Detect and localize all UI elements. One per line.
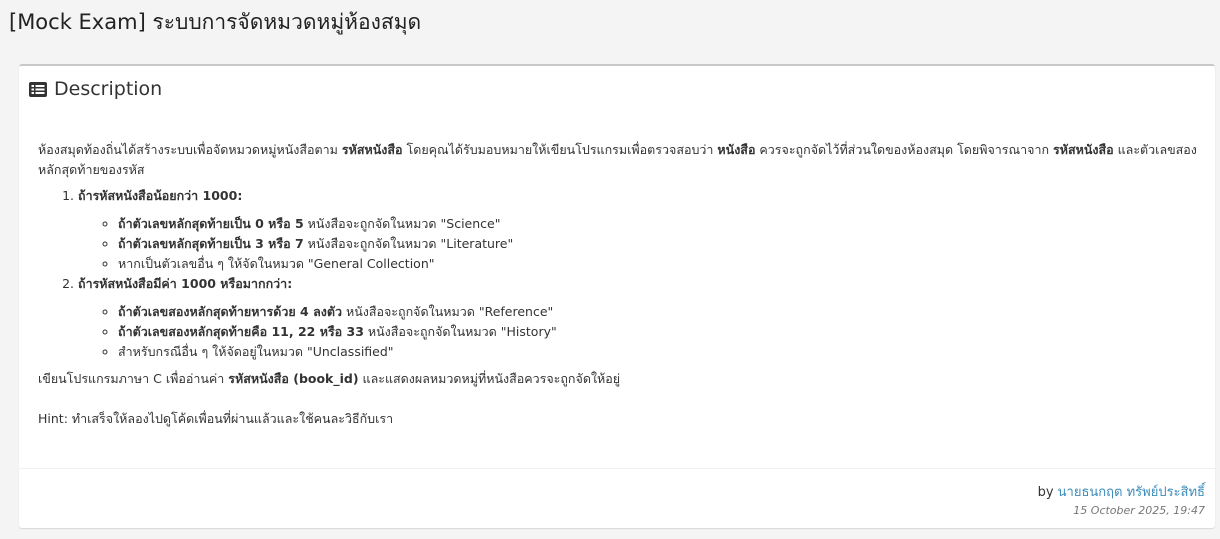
box-title: Description <box>54 78 163 100</box>
task-paragraph: เขียนโปรแกรมภาษา C เพื่ออ่านค่า รหัสหนัง… <box>38 371 621 386</box>
description-body: ห้องสมุดท้องถิ่นได้สร้างระบบเพื่อจัดหมวด… <box>38 140 1200 429</box>
condition-item: ถ้าตัวเลขหลักสุดท้ายเป็น 3 หรือ 7 หนังสื… <box>118 234 1200 254</box>
intro-paragraph: ห้องสมุดท้องถิ่นได้สร้างระบบเพื่อจัดหมวด… <box>38 142 1197 177</box>
condition-item: ถ้าตัวเลขสองหลักสุดท้ายหารด้วย 4 ลงตัว ห… <box>118 302 1200 322</box>
author-link[interactable]: นายธนกฤต ทรัพย์ประสิทธิ์ <box>1058 485 1205 500</box>
condition-item: หากเป็นตัวเลขอื่น ๆ ให้จัดในหมวด "Genera… <box>118 254 1200 274</box>
box-header: Description <box>29 78 162 100</box>
page-title: [Mock Exam] ระบบการจัดหมวดหมู่ห้องสมุด <box>9 10 422 34</box>
condition-item: ถ้าตัวเลขหลักสุดท้ายเป็น 0 หรือ 5 หนังสื… <box>118 214 1200 234</box>
rules-list: ถ้ารหัสหนังสือน้อยกว่า 1000: ถ้าตัวเลขหล… <box>38 186 1200 362</box>
by-label: by <box>1037 485 1054 500</box>
rule-title: ถ้ารหัสหนังสือมีค่า 1000 หรือมากกว่า: <box>78 276 293 291</box>
description-box: Description ห้องสมุดท้องถิ่นได้สร้างระบบ… <box>19 64 1215 528</box>
rule-item: ถ้ารหัสหนังสือมีค่า 1000 หรือมากกว่า: ถ้… <box>78 274 1200 362</box>
timestamp: 15 October 2025, 19:47 <box>1073 504 1205 517</box>
list-alt-icon <box>29 81 47 97</box>
condition-item: ถ้าตัวเลขสองหลักสุดท้ายคือ 11, 22 หรือ 3… <box>118 322 1200 342</box>
author-line: by นายธนกฤต ทรัพย์ประสิทธิ์ <box>1038 481 1205 502</box>
rule-conditions: ถ้าตัวเลขสองหลักสุดท้ายหารด้วย 4 ลงตัว ห… <box>78 302 1200 362</box>
hint-paragraph: Hint: ทำเสร็จให้ลองไปดูโค้ดเพื่อนที่ผ่าน… <box>38 411 394 426</box>
rule-title: ถ้ารหัสหนังสือน้อยกว่า 1000: <box>78 188 243 203</box>
box-footer: by นายธนกฤต ทรัพย์ประสิทธิ์ 15 October 2… <box>19 468 1215 529</box>
condition-item: สำหรับกรณีอื่น ๆ ให้จัดอยู่ในหมวด "Uncla… <box>118 342 1200 362</box>
rule-conditions: ถ้าตัวเลขหลักสุดท้ายเป็น 0 หรือ 5 หนังสื… <box>78 214 1200 274</box>
rule-item: ถ้ารหัสหนังสือน้อยกว่า 1000: ถ้าตัวเลขหล… <box>78 186 1200 274</box>
